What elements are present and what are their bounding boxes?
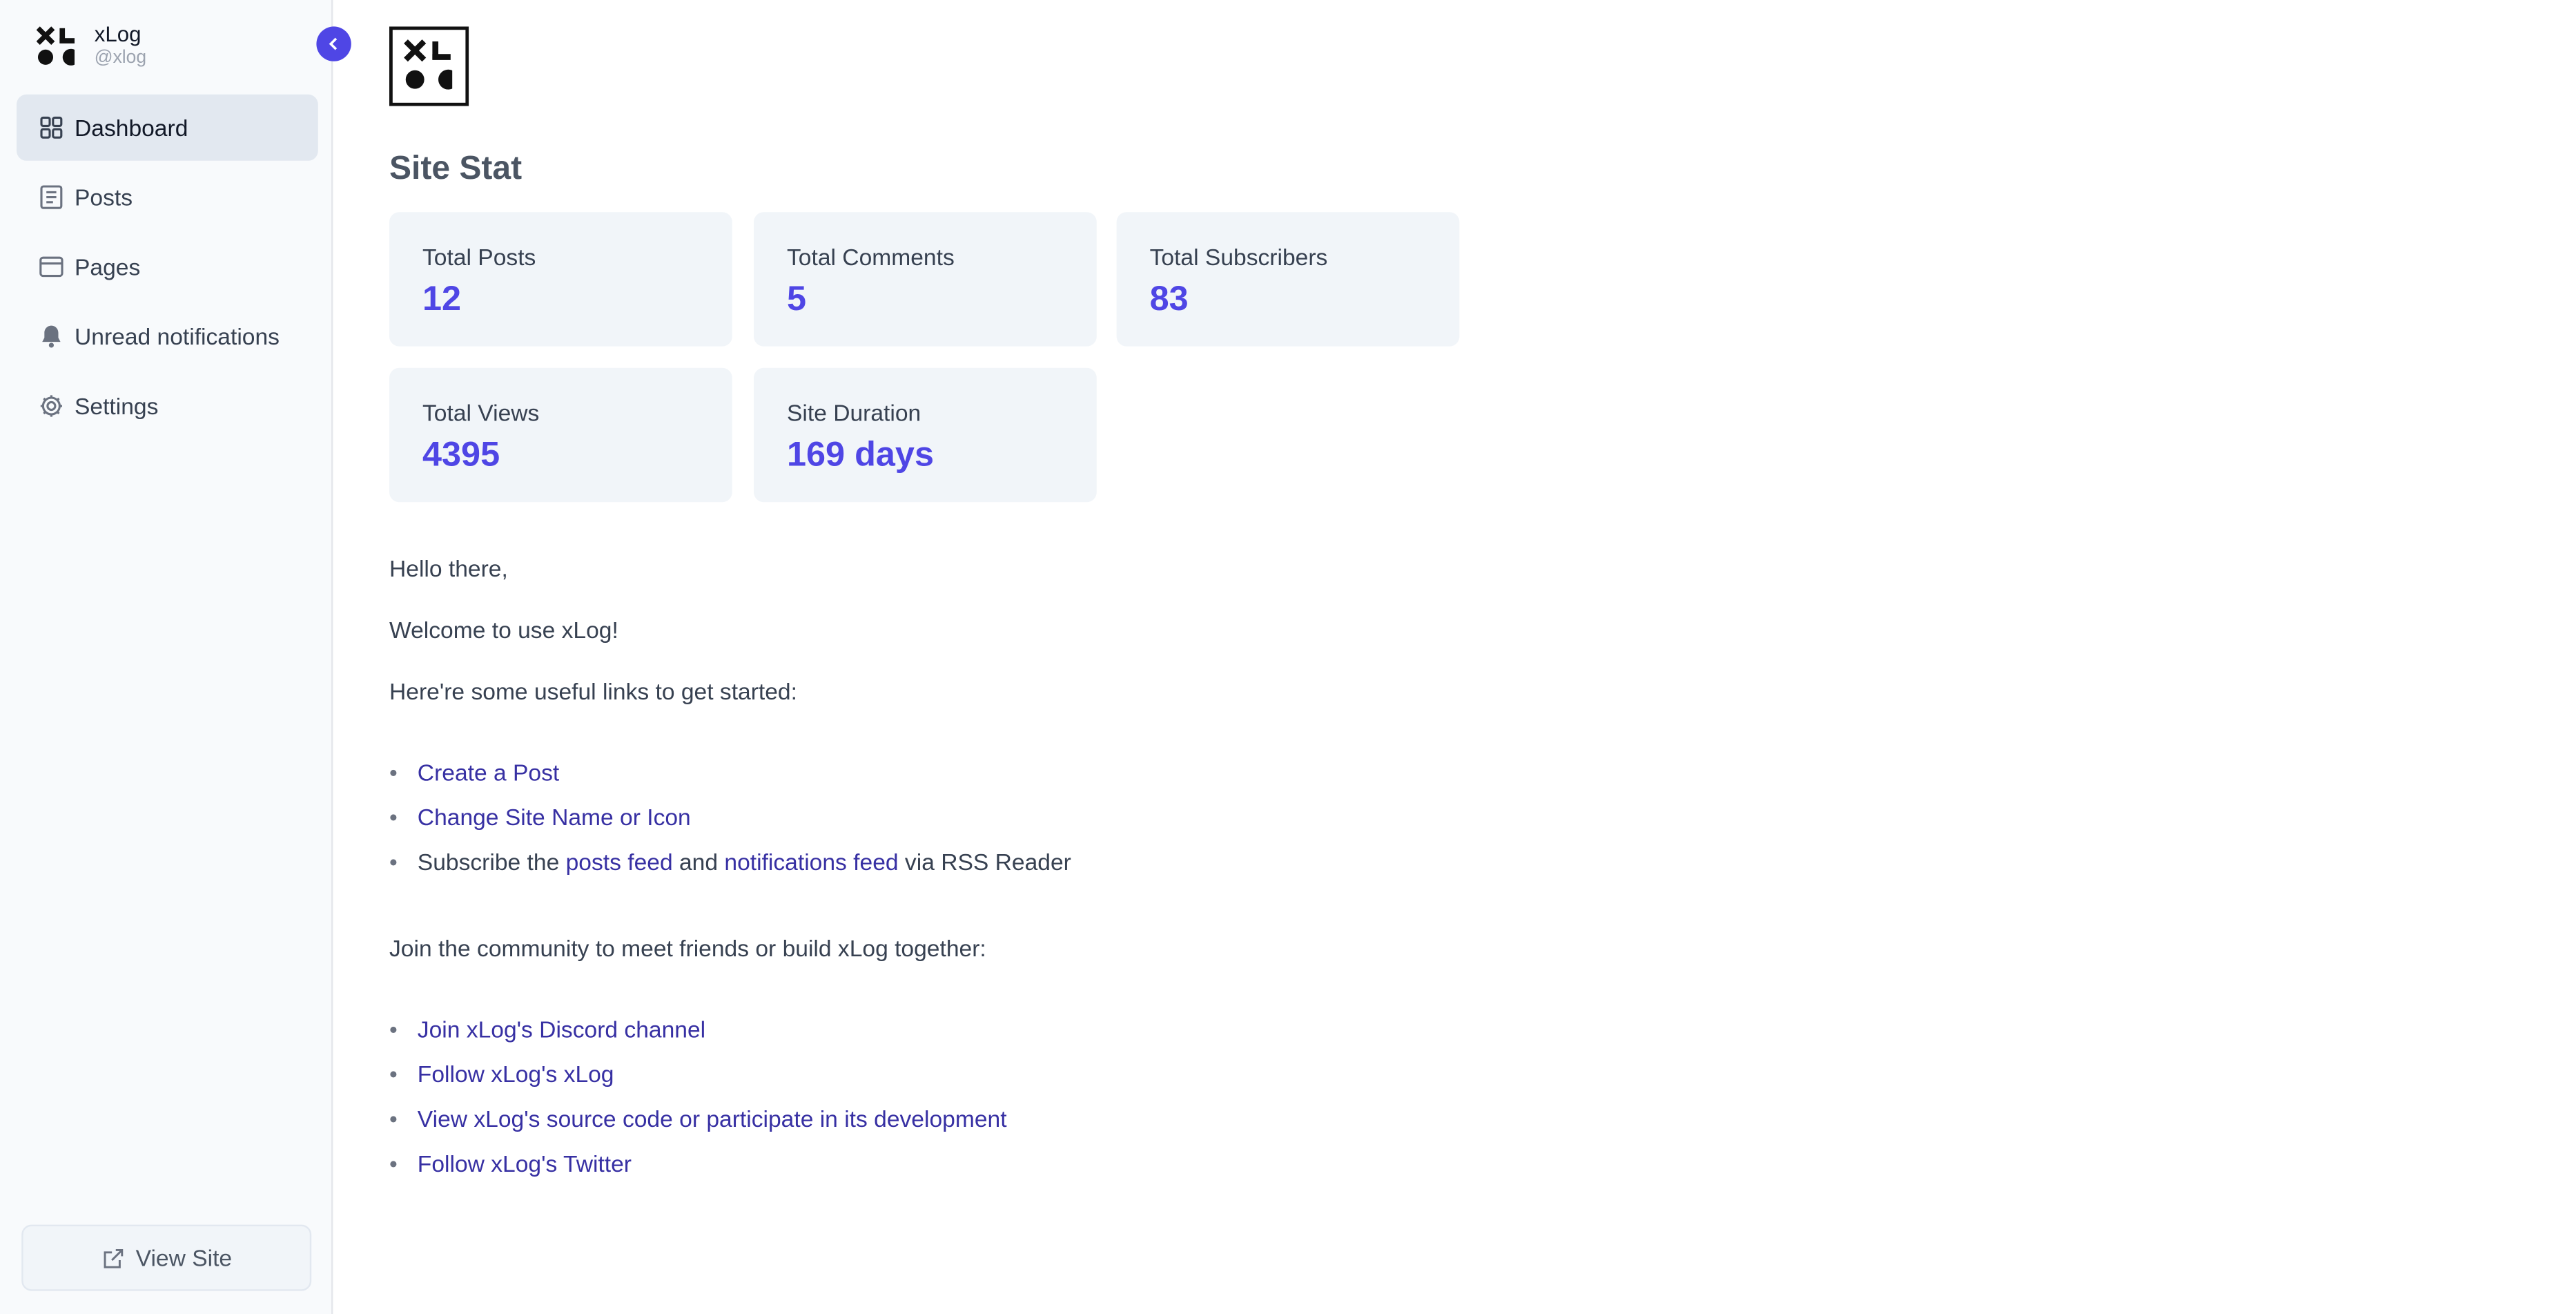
- twitter-link[interactable]: Follow xLog's Twitter: [418, 1150, 632, 1177]
- bell-icon: [38, 323, 64, 349]
- collapse-sidebar-button[interactable]: [316, 26, 351, 61]
- brand[interactable]: xLog @xlog: [36, 21, 147, 70]
- follow-xlog-link[interactable]: Follow xLog's xLog: [418, 1061, 614, 1087]
- community-intro-text: Join the community to meet friends or bu…: [389, 934, 986, 961]
- sidebar-item-label: Dashboard: [75, 114, 188, 142]
- links-intro-text: Here're some useful links to get started…: [389, 677, 797, 705]
- sidebar: xLog @xlog Dashboard Posts Pages Unread …: [0, 0, 333, 1314]
- dashboard-grid-icon: [38, 115, 64, 141]
- sidebar-item-pages[interactable]: Pages: [17, 233, 318, 300]
- subscribe-prefix-text: Subscribe the: [417, 848, 566, 876]
- list-item: • View xLog's source code or participate …: [389, 1105, 1007, 1132]
- list-item: • Create a Post: [389, 759, 560, 786]
- sidebar-item-label: Settings: [75, 392, 159, 420]
- stat-label: Total Subscribers: [1149, 243, 1328, 271]
- stat-label: Total Comments: [787, 243, 955, 271]
- stat-card-total-subscribers: Total Subscribers 83: [1116, 212, 1460, 347]
- change-site-name-link[interactable]: Change Site Name or Icon: [418, 804, 691, 830]
- sidebar-nav: Dashboard Posts Pages Unread notificatio…: [17, 94, 318, 443]
- xlog-logo-icon: [36, 26, 75, 66]
- stat-card-total-posts: Total Posts 12: [389, 212, 732, 347]
- stat-label: Total Posts: [422, 243, 536, 271]
- sidebar-item-unread-notifications[interactable]: Unread notifications: [17, 303, 318, 369]
- subscribe-suffix-text: via RSS Reader: [898, 848, 1071, 876]
- sidebar-item-label: Posts: [75, 184, 133, 211]
- posts-feed-link[interactable]: posts feed: [566, 849, 673, 875]
- stat-label: Site Duration: [787, 399, 921, 426]
- gear-icon: [38, 393, 64, 419]
- site-name: xLog: [94, 21, 142, 47]
- view-site-label: View Site: [135, 1244, 233, 1271]
- getting-started-links: • Create a Post • Change Site Name or Icon…: [389, 751, 1071, 885]
- list-item: • Follow xLog's xLog: [389, 1061, 614, 1088]
- sidebar-item-settings[interactable]: Settings: [17, 373, 318, 439]
- stat-value: 4395: [422, 436, 500, 474]
- stat-value: 5: [787, 280, 807, 318]
- stat-value: 12: [422, 280, 462, 318]
- sidebar-item-label: Pages: [75, 253, 141, 280]
- posts-document-icon: [38, 184, 64, 210]
- discord-channel-link[interactable]: Join xLog's Discord channel: [418, 1016, 705, 1042]
- sidebar-item-dashboard[interactable]: Dashboard: [17, 94, 318, 161]
- list-item: • Follow xLog's Twitter: [389, 1150, 632, 1177]
- page-title: Site Stat: [389, 151, 523, 188]
- list-item: • Subscribe the posts feed and notificati…: [389, 848, 1071, 876]
- welcome-text: Welcome to use xLog!: [389, 616, 618, 644]
- site-icon: [389, 26, 469, 106]
- create-post-link[interactable]: Create a Post: [418, 759, 559, 785]
- sidebar-item-label: Unread notifications: [75, 323, 280, 350]
- stat-card-total-comments: Total Comments 5: [754, 212, 1097, 347]
- stat-value: 169 days: [787, 436, 934, 474]
- stat-card-total-views: Total Views 4395: [389, 367, 732, 503]
- chevron-left-icon: [329, 37, 338, 50]
- external-link-icon: [101, 1246, 126, 1270]
- notifications-feed-link[interactable]: notifications feed: [724, 849, 898, 875]
- community-links: • Join xLog's Discord channel • Follow xLo…: [389, 1007, 1007, 1186]
- site-handle: @xlog: [94, 48, 147, 68]
- list-item: • Change Site Name or Icon: [389, 804, 691, 831]
- source-code-link[interactable]: View xLog's source code or participate i…: [418, 1105, 1007, 1132]
- greeting-text: Hello there,: [389, 555, 508, 582]
- stat-value: 83: [1149, 280, 1189, 318]
- and-text: and: [672, 848, 725, 876]
- list-item: • Join xLog's Discord channel: [389, 1016, 706, 1043]
- view-site-button[interactable]: View Site: [21, 1224, 312, 1291]
- pages-window-icon: [38, 253, 64, 280]
- stat-card-site-duration: Site Duration 169 days: [754, 367, 1097, 503]
- sidebar-item-posts[interactable]: Posts: [17, 164, 318, 231]
- stat-label: Total Views: [422, 399, 540, 426]
